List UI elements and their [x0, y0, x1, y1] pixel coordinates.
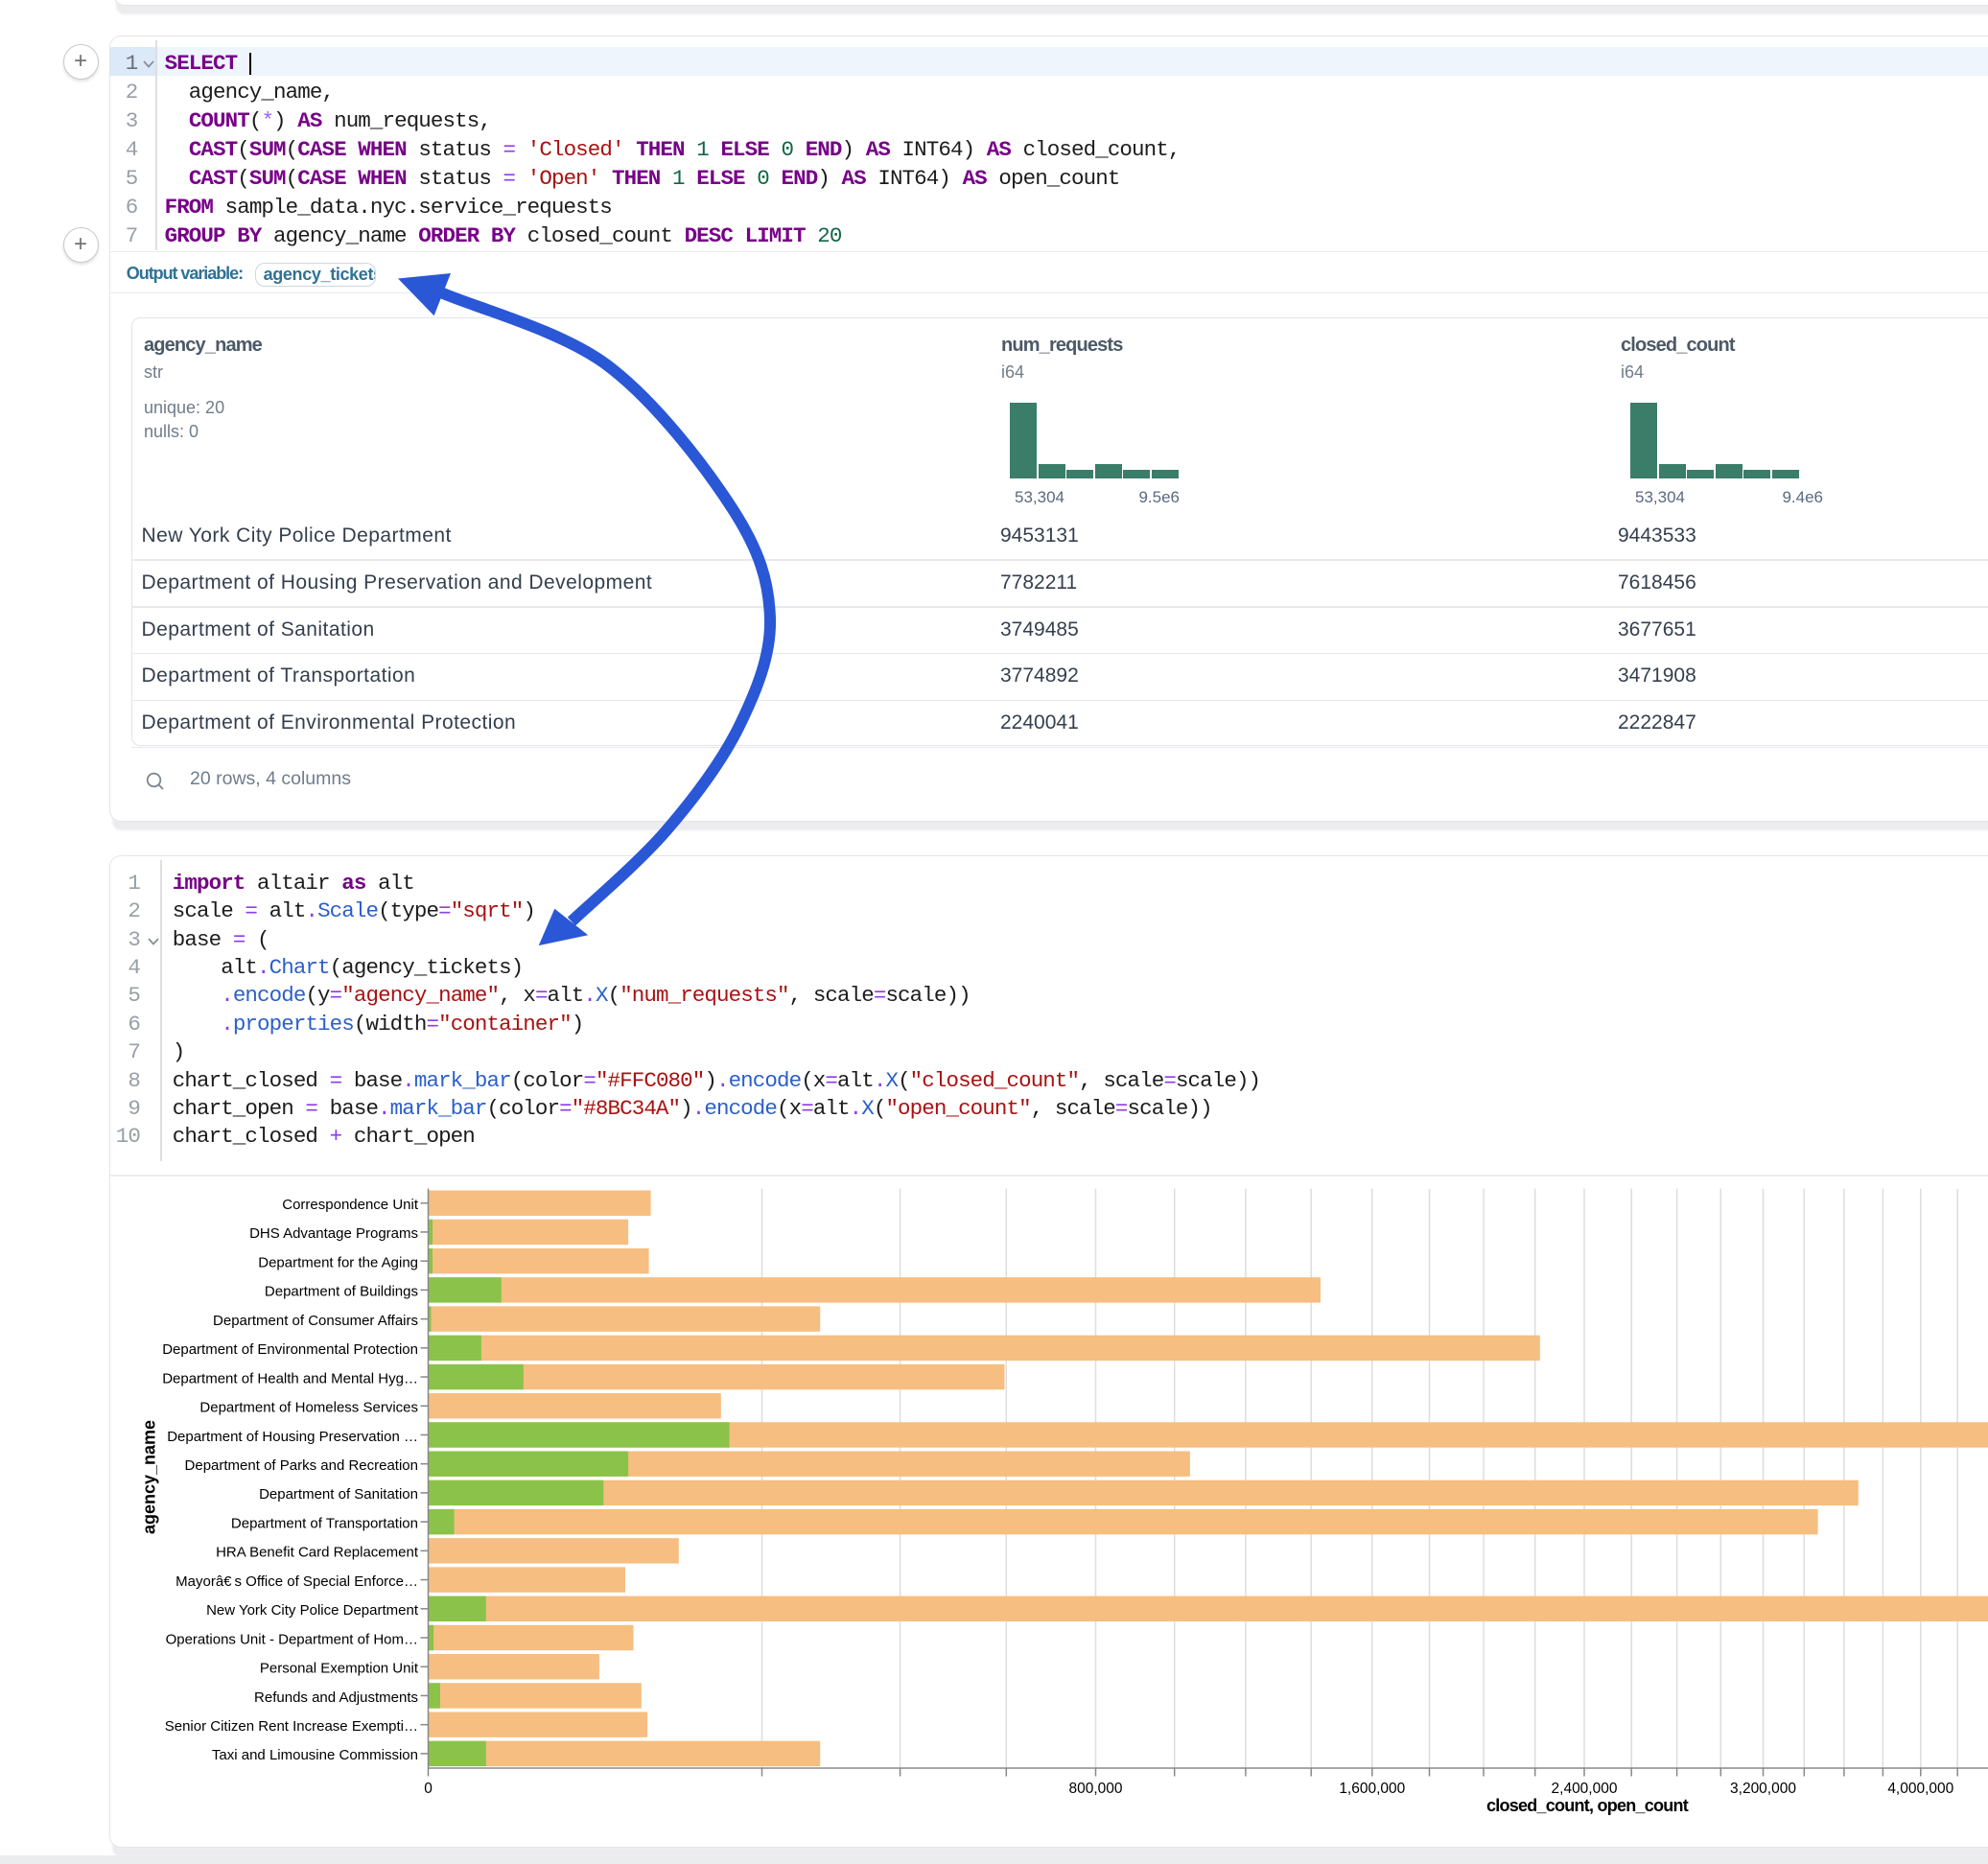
- svg-text:Taxi and Limousine Commission: Taxi and Limousine Commission: [212, 1747, 418, 1763]
- svg-text:800,000: 800,000: [1068, 1781, 1122, 1797]
- svg-text:3,200,000: 3,200,000: [1730, 1781, 1796, 1797]
- svg-text:Personal Exemption Unit: Personal Exemption Unit: [260, 1661, 419, 1677]
- svg-text:New York City Police Departmen: New York City Police Department: [206, 1602, 419, 1619]
- svg-text:Department of Homeless Service: Department of Homeless Services: [199, 1400, 418, 1416]
- svg-text:Department of Buildings: Department of Buildings: [265, 1284, 418, 1300]
- svg-text:Mayorâ€ s Office of Special En: Mayorâ€ s Office of Special Enforce…: [175, 1573, 418, 1590]
- svg-text:0: 0: [424, 1781, 433, 1797]
- svg-text:DHS Advantage Programs: DHS Advantage Programs: [249, 1225, 418, 1242]
- svg-text:2,400,000: 2,400,000: [1552, 1781, 1618, 1797]
- svg-text:agency_name: agency_name: [140, 1420, 159, 1534]
- svg-text:Operations Unit - Department o: Operations Unit - Department of Hom…: [166, 1631, 418, 1647]
- svg-text:4,000,000: 4,000,000: [1887, 1781, 1953, 1797]
- svg-text:Department of Health and Menta: Department of Health and Mental Hyg…: [162, 1370, 418, 1386]
- svg-text:Department of Consumer Affairs: Department of Consumer Affairs: [213, 1313, 418, 1329]
- svg-text:Department of Environmental Pr: Department of Environmental Protection: [162, 1341, 418, 1358]
- svg-text:Department of Transportation: Department of Transportation: [231, 1515, 418, 1531]
- svg-text:Department of Parks and Recrea: Department of Parks and Recreation: [185, 1457, 418, 1474]
- svg-text:Department of Sanitation: Department of Sanitation: [259, 1486, 418, 1503]
- svg-text:closed_count, open_count: closed_count, open_count: [1486, 1796, 1689, 1815]
- svg-text:Correspondence Unit: Correspondence Unit: [282, 1197, 419, 1213]
- svg-text:Department for the Aging: Department for the Aging: [258, 1254, 418, 1270]
- svg-text:Senior Citizen Rent Increase E: Senior Citizen Rent Increase Exempti…: [165, 1718, 418, 1735]
- svg-text:Department of Housing Preserva: Department of Housing Preservation …: [167, 1429, 418, 1445]
- svg-text:HRA Benefit Card Replacement: HRA Benefit Card Replacement: [216, 1545, 419, 1561]
- svg-text:1,600,000: 1,600,000: [1339, 1781, 1405, 1797]
- svg-text:Refunds and Adjustments: Refunds and Adjustments: [254, 1689, 418, 1706]
